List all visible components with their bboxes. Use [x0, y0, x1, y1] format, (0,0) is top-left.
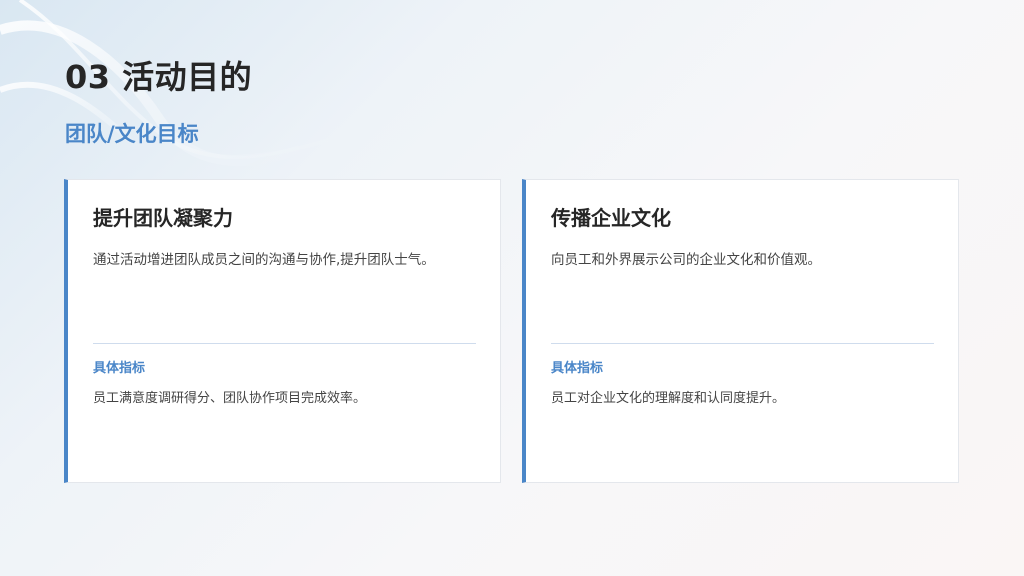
- card-divider: [551, 343, 934, 344]
- goal-card-corporate-culture: 传播企业文化 向员工和外界展示公司的企业文化和价值观。 具体指标 员工对企业文化…: [522, 179, 959, 483]
- card-metric-text: 员工对企业文化的理解度和认同度提升。: [551, 391, 786, 406]
- goal-card-team-cohesion: 提升团队凝聚力 通过活动增进团队成员之间的沟通与协作,提升团队士气。 具体指标 …: [64, 179, 501, 483]
- card-description: 通过活动增进团队成员之间的沟通与协作,提升团队士气。: [93, 252, 435, 268]
- card-title: 提升团队凝聚力: [93, 206, 233, 230]
- card-metric-label: 具体指标: [551, 361, 604, 376]
- card-title: 传播企业文化: [551, 206, 671, 230]
- page-title: 03 活动目的: [65, 58, 253, 96]
- card-metric-text: 员工满意度调研得分、团队协作项目完成效率。: [93, 391, 367, 406]
- section-subtitle: 团队/文化目标: [65, 122, 199, 146]
- card-metric-label: 具体指标: [93, 361, 146, 376]
- card-divider: [93, 343, 476, 344]
- card-description: 向员工和外界展示公司的企业文化和价值观。: [551, 252, 821, 268]
